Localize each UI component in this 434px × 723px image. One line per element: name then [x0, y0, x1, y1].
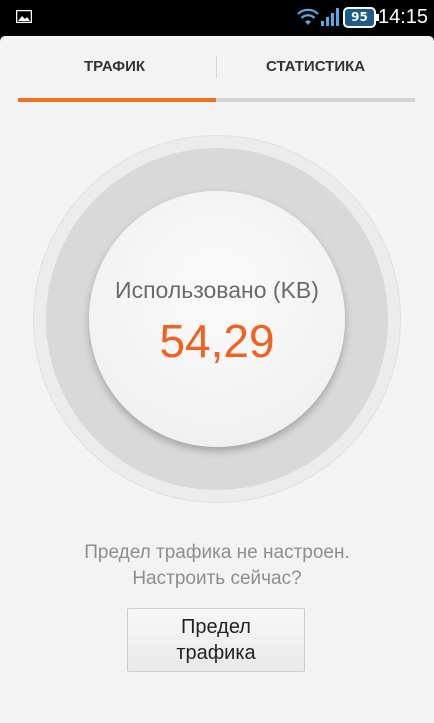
tab-statistics[interactable]: СТАТИСТИКА	[266, 58, 365, 75]
status-bar: 95 14:15	[0, 0, 434, 36]
signal-icon	[321, 8, 339, 26]
tab-bar: ТРАФИК СТАТИСТИКА	[0, 36, 434, 102]
tab-indicator	[18, 98, 216, 102]
limit-message-line2: Настроить сейчас?	[132, 568, 302, 589]
usage-value: 54,29	[159, 315, 275, 367]
battery-level: 95	[351, 10, 368, 24]
tab-divider	[216, 56, 217, 78]
traffic-limit-button[interactable]: Предел трафика	[127, 608, 305, 672]
limit-message-line1: Предел трафика не настроен.	[84, 542, 350, 563]
traffic-limit-button-line1: Предел	[181, 616, 251, 638]
usage-label: Использовано (KB)	[115, 277, 319, 303]
clock: 14:15	[378, 6, 429, 28]
app-content: ТРАФИК СТАТИСТИКА Использовано (KB) 54,2…	[0, 36, 434, 723]
battery-icon: 95	[343, 7, 379, 28]
wifi-icon	[297, 8, 319, 25]
traffic-limit-button-line2: трафика	[176, 642, 256, 664]
tab-traffic[interactable]: ТРАФИК	[84, 58, 145, 75]
gallery-icon	[16, 10, 32, 23]
